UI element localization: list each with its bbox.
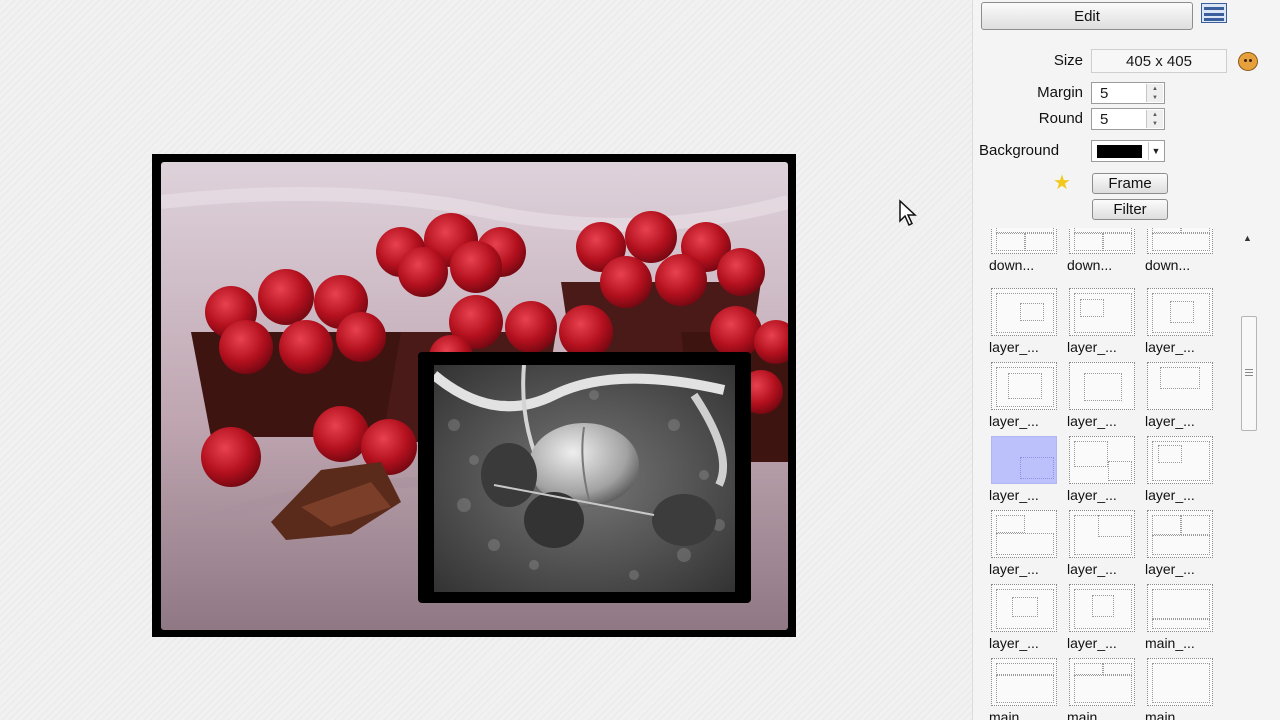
background-color-picker[interactable]: ▼	[1091, 140, 1165, 162]
template-label: layer_...	[1067, 413, 1117, 429]
template-label: layer_...	[989, 413, 1039, 429]
template-preview[interactable]	[1147, 584, 1213, 632]
template-label: layer_...	[1067, 635, 1117, 651]
template-label: layer_...	[1145, 561, 1195, 577]
edit-button[interactable]: Edit	[981, 2, 1193, 30]
template-preview[interactable]	[991, 228, 1057, 254]
chevron-down-icon[interactable]: ▼	[1148, 142, 1163, 160]
template-preview[interactable]	[1147, 658, 1213, 706]
template-label: down...	[1145, 257, 1191, 273]
frame-button[interactable]: Frame	[1092, 173, 1168, 194]
star-icon[interactable]: ★	[1053, 173, 1071, 193]
canvas-area[interactable]	[0, 0, 972, 720]
template-preview[interactable]	[1147, 228, 1213, 254]
template-scrollbar[interactable]: ▲	[1239, 228, 1259, 720]
layout-list-icon[interactable]	[1201, 3, 1227, 23]
margin-label: Margin	[1037, 84, 1083, 101]
template-thumbnail[interactable]: main_...	[1067, 658, 1147, 720]
round-spinner[interactable]: 5 ▲ ▼	[1091, 108, 1165, 130]
template-thumbnail[interactable]: layer_...	[989, 584, 1069, 656]
size-label: Size	[1053, 52, 1083, 69]
inset-photo[interactable]	[434, 365, 735, 592]
grip-icon	[1245, 369, 1253, 376]
template-thumbnail[interactable]: layer_...	[1067, 288, 1147, 360]
template-thumbnail[interactable]: layer_...	[1145, 436, 1225, 508]
template-preview[interactable]	[1069, 362, 1135, 410]
template-label: layer_...	[1145, 413, 1195, 429]
template-thumbnail[interactable]: down...	[1067, 228, 1147, 278]
template-label: layer_...	[1067, 561, 1117, 577]
template-label: layer_...	[1067, 487, 1117, 503]
template-preview[interactable]	[1069, 436, 1135, 484]
template-thumbnail[interactable]: layer_...	[1067, 510, 1147, 582]
template-thumbnail[interactable]: layer_...	[989, 436, 1069, 508]
template-preview[interactable]	[991, 362, 1057, 410]
template-thumbnail[interactable]: layer_...	[1145, 288, 1225, 360]
template-thumbnail[interactable]: main_...	[989, 658, 1069, 720]
template-label: main_...	[1145, 635, 1195, 651]
template-thumbnail[interactable]: layer_...	[1145, 362, 1225, 434]
template-thumbnail[interactable]: layer_...	[1067, 584, 1147, 656]
smiley-icon[interactable]	[1238, 52, 1258, 71]
template-preview[interactable]	[991, 288, 1057, 336]
template-label: layer_...	[989, 561, 1039, 577]
template-preview[interactable]	[1069, 584, 1135, 632]
background-label: Background	[979, 142, 1060, 159]
round-value[interactable]: 5	[1100, 111, 1108, 128]
template-preview[interactable]	[1069, 288, 1135, 336]
template-label: down...	[989, 257, 1035, 273]
margin-spinner[interactable]: 5 ▲ ▼	[1091, 82, 1165, 104]
spin-down-icon[interactable]: ▼	[1147, 119, 1163, 128]
spin-up-icon[interactable]: ▲	[1147, 110, 1163, 119]
template-thumbnail[interactable]: layer_...	[989, 288, 1069, 360]
template-label: down...	[1067, 257, 1113, 273]
template-label: main_...	[989, 709, 1039, 720]
template-preview[interactable]	[991, 658, 1057, 706]
template-thumbnail[interactable]: main_...	[1145, 584, 1225, 656]
template-label: layer_...	[989, 487, 1039, 503]
template-thumbnail[interactable]: layer_...	[989, 510, 1069, 582]
template-label: layer_...	[1067, 339, 1117, 355]
template-thumbnail[interactable]: down...	[989, 228, 1069, 278]
template-thumbnail[interactable]: layer_...	[989, 362, 1069, 434]
template-label: main_...	[1145, 709, 1195, 720]
template-preview[interactable]	[1147, 510, 1213, 558]
template-thumbnail[interactable]: layer_...	[1145, 510, 1225, 582]
template-grid: down... down... down... layer_... layer_... l…	[973, 228, 1239, 720]
template-preview[interactable]	[1069, 510, 1135, 558]
template-preview[interactable]	[1147, 288, 1213, 336]
template-thumbnail[interactable]: layer_...	[1067, 362, 1147, 434]
round-label: Round	[1038, 110, 1083, 127]
properties-panel: Edit Size 405 x 405 Margin 5 ▲ ▼ Round 5…	[972, 0, 1280, 720]
template-label: layer_...	[989, 635, 1039, 651]
template-label: layer_...	[1145, 487, 1195, 503]
template-thumbnail[interactable]: layer_...	[1067, 436, 1147, 508]
mouse-pointer-icon	[899, 199, 917, 227]
template-thumbnail[interactable]: main_...	[1145, 658, 1225, 720]
template-label: layer_...	[989, 339, 1039, 355]
template-preview[interactable]	[1069, 228, 1135, 254]
scroll-thumb[interactable]	[1241, 316, 1257, 431]
size-value: 405 x 405	[1091, 49, 1227, 73]
template-preview[interactable]	[1069, 658, 1135, 706]
color-swatch[interactable]	[1097, 145, 1142, 158]
margin-value[interactable]: 5	[1100, 85, 1108, 102]
template-label: main_...	[1067, 709, 1117, 720]
template-label: layer_...	[1145, 339, 1195, 355]
template-preview[interactable]	[1147, 362, 1213, 410]
spin-up-icon[interactable]: ▲	[1147, 84, 1163, 93]
template-preview[interactable]	[991, 584, 1057, 632]
template-preview[interactable]	[991, 436, 1057, 484]
template-preview[interactable]	[1147, 436, 1213, 484]
scroll-up-icon[interactable]: ▲	[1243, 233, 1252, 243]
template-thumbnail[interactable]: down...	[1145, 228, 1225, 278]
template-preview[interactable]	[991, 510, 1057, 558]
spin-down-icon[interactable]: ▼	[1147, 93, 1163, 102]
filter-button[interactable]: Filter	[1092, 199, 1168, 220]
